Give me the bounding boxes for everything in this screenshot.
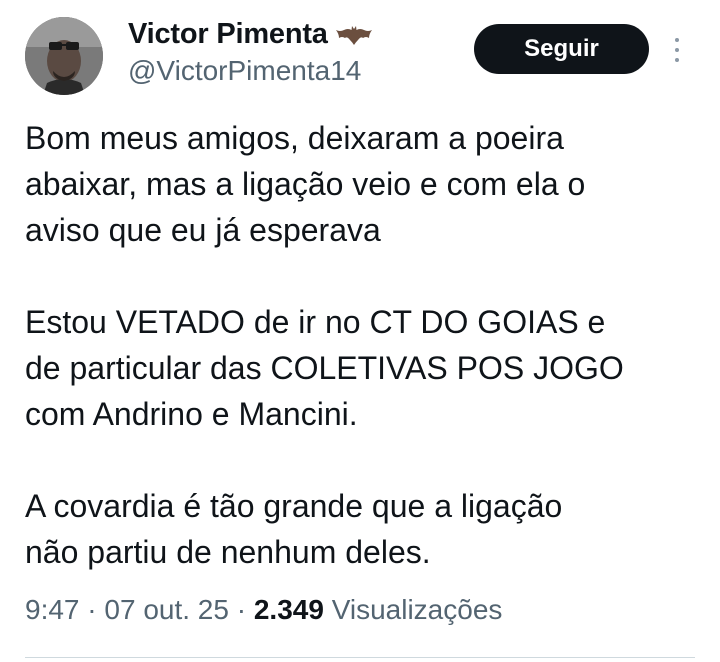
text-line: não partiu de nenhum deles. (25, 534, 431, 570)
text-line: aviso que eu já esperava (25, 212, 381, 248)
bat-icon (335, 24, 372, 46)
tweet-paragraph: Estou VETADO de ir no CT DO GOIAS e de p… (25, 299, 624, 437)
views-count: 2.349 (253, 594, 324, 625)
separator: · (79, 594, 105, 625)
tweet-card: Victor Pimenta @VictorPimenta14 Seguir B… (0, 0, 720, 662)
tweet-paragraph: Bom meus amigos, deixaram a poeira abaix… (25, 115, 624, 253)
follow-button[interactable]: Seguir (474, 24, 649, 74)
text-line: de particular das COLETIVAS POS JOGO (25, 350, 624, 386)
dot (675, 58, 679, 62)
display-name[interactable]: Victor Pimenta (128, 18, 328, 51)
text-line: A covardia é tão grande que a ligação (25, 488, 563, 524)
views-label: Visualizações (323, 594, 503, 625)
text-line: com Andrino e Mancini. (25, 396, 358, 432)
tweet-text: Bom meus amigos, deixaram a poeira abaix… (25, 115, 624, 575)
divider (25, 657, 695, 658)
tweet-time[interactable]: 9:47 (25, 594, 80, 625)
tweet-paragraph: A covardia é tão grande que a ligação nã… (25, 483, 624, 575)
profile-photo-icon (25, 17, 103, 95)
separator: · (228, 594, 254, 625)
avatar[interactable] (25, 17, 103, 95)
dot (675, 38, 679, 42)
tweet-date[interactable]: 07 out. 25 (104, 594, 229, 625)
text-line: abaixar, mas a ligação veio e com ela o (25, 166, 586, 202)
text-line: Bom meus amigos, deixaram a poeira (25, 120, 564, 156)
more-vertical-icon[interactable] (670, 34, 684, 66)
author-handle[interactable]: @VictorPimenta14 (128, 55, 361, 87)
dot (675, 48, 679, 52)
tweet-meta: 9:47 · 07 out. 25 · 2.349 Visualizações (25, 594, 502, 626)
text-line: Estou VETADO de ir no CT DO GOIAS e (25, 304, 606, 340)
author-name-row: Victor Pimenta (128, 18, 372, 51)
